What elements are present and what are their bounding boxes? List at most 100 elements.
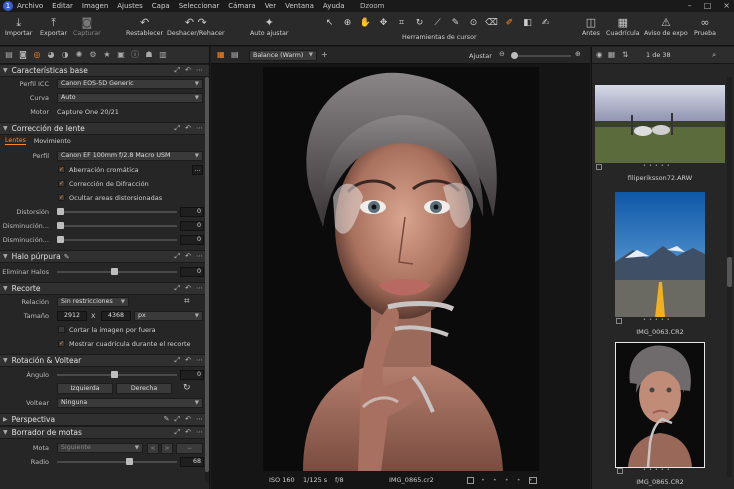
reset-section-icon[interactable]: ↶ bbox=[185, 284, 191, 293]
rotate-right-button[interactable]: Derecha bbox=[116, 383, 172, 394]
sharpness-falloff-slider[interactable] bbox=[57, 236, 177, 243]
more-icon[interactable]: ⋯ bbox=[196, 284, 203, 293]
tools-scrollbar[interactable] bbox=[205, 77, 209, 482]
autofix-icon[interactable]: ⤢ bbox=[175, 284, 181, 293]
select-checkbox[interactable] bbox=[467, 477, 474, 484]
zoom-in-icon[interactable]: ⊕ bbox=[575, 50, 581, 58]
batch-tab-icon[interactable]: ▥ bbox=[157, 49, 169, 61]
falloff-slider[interactable] bbox=[57, 222, 177, 229]
section-header-rotacion[interactable]: ▼ Rotación & Voltear ⤢ ↶ ⋯ bbox=[0, 354, 209, 367]
minimize-icon[interactable]: – bbox=[688, 1, 692, 10]
close-icon[interactable]: × bbox=[723, 1, 730, 10]
sort-icon[interactable]: ⇅ bbox=[622, 50, 628, 59]
select-cursor-icon[interactable]: ↖ bbox=[322, 17, 337, 30]
search-icon[interactable]: ⌕ bbox=[712, 50, 716, 60]
crop-height-input[interactable]: 4368 bbox=[101, 311, 131, 321]
section-header-perspectiva[interactable]: ▶ Perspectiva ✎ ⤢ ↶ ⋯ bbox=[0, 413, 209, 426]
add-variant-icon[interactable]: + bbox=[321, 50, 328, 59]
color-tab-icon[interactable]: ◕ bbox=[45, 49, 57, 61]
tab-lentes[interactable]: Lentes bbox=[5, 137, 26, 145]
flip-dropdown[interactable]: Ninguna ▼ bbox=[57, 398, 203, 408]
browser-scrollbar[interactable] bbox=[727, 77, 732, 477]
remove-spot-button[interactable]: − bbox=[176, 443, 203, 454]
zoom-slider[interactable] bbox=[511, 52, 571, 59]
more-icon[interactable]: ⋯ bbox=[196, 356, 203, 365]
tab-movimiento[interactable]: Movimiento bbox=[34, 138, 71, 145]
rating-dots[interactable]: • • • • • bbox=[481, 476, 535, 484]
brush-tool-icon[interactable]: ✐ bbox=[502, 17, 517, 30]
color-tag-icon[interactable] bbox=[529, 477, 537, 484]
radius-slider[interactable] bbox=[57, 458, 177, 465]
distortion-value[interactable]: 0 bbox=[180, 207, 204, 217]
eyedropper-icon[interactable]: ✎ bbox=[64, 253, 70, 261]
capture-button[interactable]: ◙ Capturar bbox=[73, 16, 101, 37]
radius-value[interactable]: 68 bbox=[180, 457, 204, 467]
rating-dots[interactable]: ••••• bbox=[643, 163, 673, 169]
zoom-tool-icon[interactable]: ⊕ bbox=[340, 17, 355, 30]
grid-button[interactable]: ▦ Cuadrícula bbox=[606, 16, 640, 37]
keystone-tool-icon[interactable]: ⟋ bbox=[430, 17, 445, 30]
spot-tool-icon[interactable]: ⊙ bbox=[466, 17, 481, 30]
fill-tool-icon[interactable]: ✍ bbox=[538, 17, 553, 30]
zoom-out-icon[interactable]: ⊖ bbox=[499, 50, 505, 58]
menu-ajustes[interactable]: Ajustes bbox=[117, 2, 143, 10]
autofix-icon[interactable]: ⤢ bbox=[175, 66, 181, 75]
reset-section-icon[interactable]: ↶ bbox=[185, 428, 191, 437]
autofix-icon[interactable]: ⤢ bbox=[175, 124, 181, 133]
crop-width-input[interactable]: 2912 bbox=[57, 311, 87, 321]
capture-tab-icon[interactable]: ◙ bbox=[17, 49, 29, 61]
move-tool-icon[interactable]: ✥ bbox=[376, 17, 391, 30]
select-checkbox[interactable] bbox=[617, 468, 623, 474]
undo-redo-button[interactable]: ↶ ↷ Deshacer/Rehacer bbox=[167, 16, 225, 37]
proof-button[interactable]: ∞ Prueba bbox=[694, 16, 716, 37]
metadata-tab-icon[interactable]: ▣ bbox=[115, 49, 127, 61]
section-header-borrador[interactable]: ▼ Borrador de motas ⤢ ↶ ⋯ bbox=[0, 426, 209, 439]
adjust-tab-icon[interactable]: ★ bbox=[101, 49, 113, 61]
eraser-icon[interactable]: ⌫ bbox=[484, 17, 499, 30]
aberration-options-button[interactable]: … bbox=[192, 165, 203, 175]
menu-capa[interactable]: Capa bbox=[152, 2, 170, 10]
angle-slider[interactable] bbox=[57, 371, 177, 378]
more-icon[interactable]: ⋯ bbox=[196, 66, 203, 75]
info-tab-icon[interactable]: ⓘ bbox=[129, 49, 141, 61]
sharpness-falloff-value[interactable]: 0 bbox=[180, 235, 204, 245]
crop-outside-checkbox[interactable]: ✓ bbox=[58, 326, 65, 333]
reset-button[interactable]: ↶ Restablecer bbox=[126, 16, 163, 37]
menu-ventana[interactable]: Ventana bbox=[285, 2, 314, 10]
angle-value[interactable]: 0 bbox=[180, 370, 204, 380]
menu-ayuda[interactable]: Ayuda bbox=[323, 2, 345, 10]
thumbnail-1[interactable]: ••••• filiperiksson72.ARW bbox=[595, 85, 725, 185]
detail-tab-icon[interactable]: ✺ bbox=[73, 49, 85, 61]
reset-section-icon[interactable]: ↶ bbox=[185, 124, 191, 133]
rating-dots[interactable]: ••••• bbox=[643, 467, 673, 473]
before-button[interactable]: ◫ Antes bbox=[582, 16, 600, 37]
more-icon[interactable]: ⋯ bbox=[196, 428, 203, 437]
reset-section-icon[interactable]: ↶ bbox=[185, 252, 191, 261]
thumbnail-3-selected[interactable]: ••••• IMG_0865.CR2 bbox=[595, 342, 725, 489]
autofix-icon[interactable]: ⤢ bbox=[175, 252, 181, 261]
rotate-free-icon[interactable]: ↻ bbox=[183, 383, 191, 393]
menu-editar[interactable]: Editar bbox=[52, 2, 73, 10]
edit-icon[interactable]: ✎ bbox=[164, 415, 170, 424]
output-tab-icon[interactable]: ☗ bbox=[143, 49, 155, 61]
autofix-icon[interactable]: ⤢ bbox=[175, 428, 181, 437]
multi-view-icon[interactable]: ▤ bbox=[231, 50, 239, 59]
spot-dropdown[interactable]: Siguiente ▼ bbox=[57, 443, 143, 453]
white-balance-dropdown[interactable]: Balance (Warm) ▼ bbox=[249, 50, 317, 61]
next-spot-button[interactable]: > bbox=[161, 443, 173, 454]
maximize-icon[interactable]: □ bbox=[704, 1, 712, 10]
distortion-slider[interactable] bbox=[57, 208, 177, 215]
unit-dropdown[interactable]: px ▼ bbox=[134, 311, 203, 321]
auto-adjust-button[interactable]: ✦ Auto ajustar bbox=[250, 16, 288, 37]
show-grid-checkbox[interactable]: ✓ bbox=[58, 340, 65, 347]
lens-profile-dropdown[interactable]: Canon EF 100mm f/2.8 Macro USM ▼ bbox=[57, 151, 203, 161]
more-icon[interactable]: ⋯ bbox=[196, 252, 203, 261]
more-icon[interactable]: ⋯ bbox=[196, 124, 203, 133]
layers-tab-icon[interactable]: ⚙ bbox=[87, 49, 99, 61]
autofix-icon[interactable]: ⤢ bbox=[175, 356, 181, 365]
grid-view-icon[interactable]: ▦ bbox=[608, 50, 615, 59]
falloff-value[interactable]: 0 bbox=[180, 221, 204, 231]
eye-icon[interactable]: ◉ bbox=[596, 50, 603, 59]
lens-tab-icon[interactable]: ◎ bbox=[31, 49, 43, 61]
section-header-recorte[interactable]: ▼ Recorte ⤢ ↶ ⋯ bbox=[0, 282, 209, 295]
